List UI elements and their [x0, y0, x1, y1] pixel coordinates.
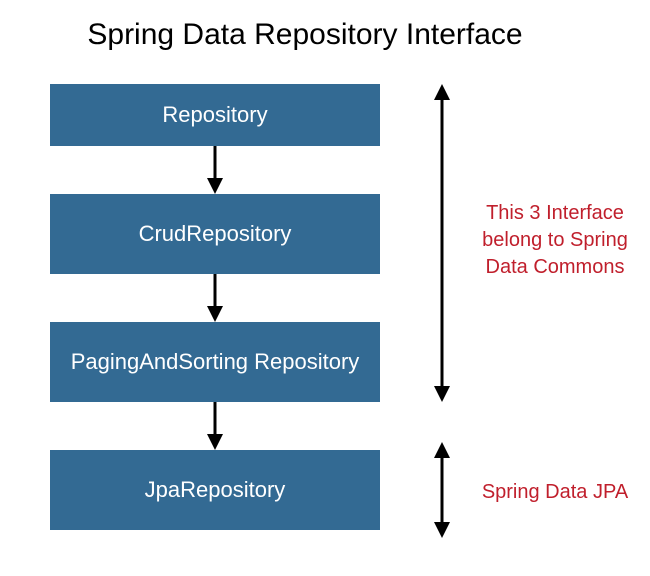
box-repository: Repository [50, 84, 380, 146]
box-paging-sorting-repository: PagingAndSorting Repository [50, 322, 380, 402]
annotation-jpa: Spring Data JPA [470, 479, 640, 506]
arrow-repository-to-crud [50, 146, 380, 194]
annotation-commons: This 3 Interface belong to Spring Data C… [470, 200, 640, 281]
arrow-crud-to-paging [50, 274, 380, 322]
box-jpa-repository: JpaRepository [50, 450, 380, 530]
diagram-container: Repository CrudRepository PagingAndSorti… [50, 84, 650, 530]
bracket-commons [430, 84, 454, 407]
box-crud-repository: CrudRepository [50, 194, 380, 274]
arrow-paging-to-jpa [50, 402, 380, 450]
diagram-title: Spring Data Repository Interface [0, 0, 650, 62]
bracket-jpa [430, 442, 454, 543]
